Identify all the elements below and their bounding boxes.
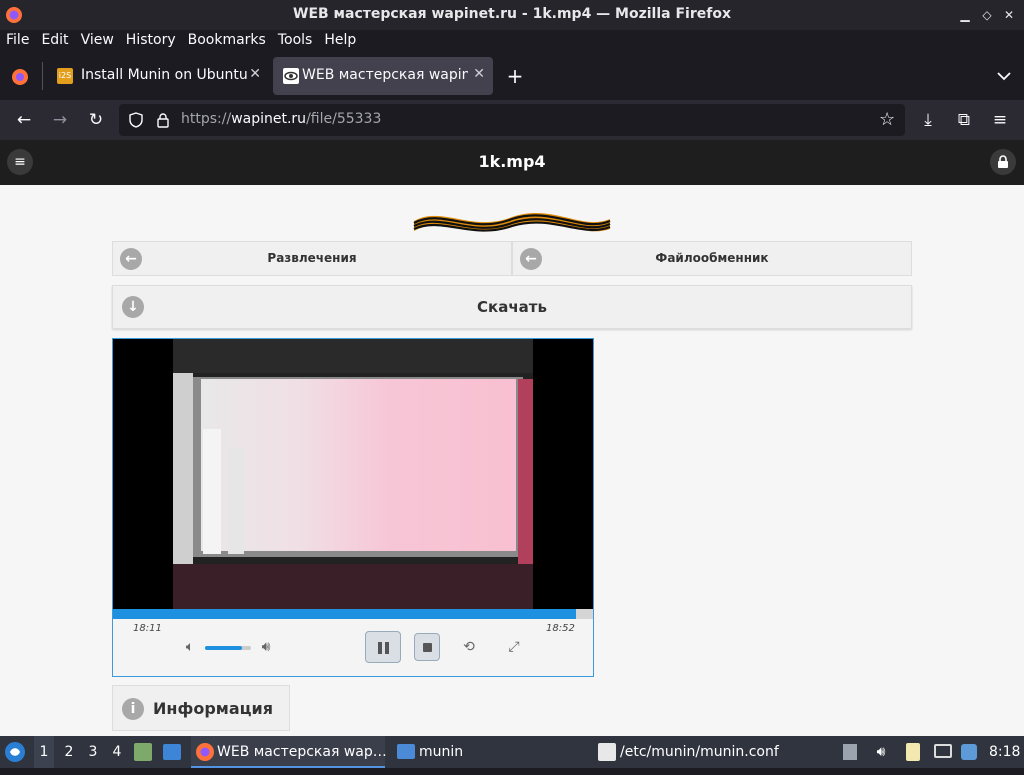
info-circle-icon: i	[122, 698, 144, 720]
current-time: 18:11	[133, 623, 162, 634]
tab-label: WEB мастерская wapinet.ru	[302, 67, 468, 83]
volume-fill	[205, 646, 242, 650]
forward-arrow-icon[interactable]: →	[48, 108, 72, 132]
list-all-tabs-chevron-icon[interactable]	[994, 66, 1014, 86]
volume-tray-icon[interactable]: 🔊︎	[871, 736, 891, 768]
bookmark-star-icon[interactable]: ☆	[879, 110, 899, 130]
window-titlebar: WEB мастерская wapinet.ru - 1k.mp4 — Moz…	[0, 0, 1024, 30]
clipboard-tray-icon[interactable]	[906, 736, 926, 768]
url-text[interactable]: https://wapinet.ru/file/55333	[181, 111, 381, 127]
mute-speaker-icon[interactable]: 🔈︎	[177, 634, 203, 660]
taskbar-window-label: munin	[419, 744, 464, 760]
breadcrumb-label: Файлообменник	[655, 251, 769, 265]
app-menu-hamburger-icon[interactable]: ≡	[988, 108, 1012, 132]
lock-icon[interactable]	[155, 112, 171, 128]
reload-icon[interactable]: ↻	[84, 108, 108, 132]
page-icon: i2S	[57, 68, 73, 84]
tab-close-icon[interactable]: ✕	[249, 66, 261, 82]
firefox-view-icon[interactable]	[10, 67, 30, 87]
download-button[interactable]: ↓ Скачать	[112, 285, 912, 329]
tab-label: Install Munin on Ubuntu	[81, 67, 248, 83]
workspace-1[interactable]: 1	[34, 736, 54, 768]
taskbar-window-label: WEB мастерская wap…	[217, 744, 387, 760]
network-tray-icon[interactable]	[934, 736, 954, 768]
taskbar: 1 2 3 4 WEB мастерская wap… munin /etc/m…	[0, 736, 1024, 768]
workspace-2[interactable]: 2	[59, 736, 79, 768]
menu-history[interactable]: History	[120, 30, 182, 52]
breadcrumb-file-exchange-button[interactable]: ← Файлообменник	[512, 241, 912, 276]
menu-bar: File Edit View History Bookmarks Tools H…	[0, 30, 1024, 52]
back-arrow-icon[interactable]: ←	[12, 108, 36, 132]
menu-tools[interactable]: Tools	[272, 30, 319, 52]
start-menu-icon[interactable]	[4, 736, 28, 768]
navigation-bar: ← → ↻ https://wapinet.ru/file/55333 ☆ ⤓ …	[0, 100, 1024, 140]
text-editor-icon	[598, 743, 616, 761]
site-header: ≡ 1k.mp4	[0, 140, 1024, 185]
tracking-shield-icon[interactable]	[128, 112, 144, 128]
tab-close-icon[interactable]: ✕	[473, 66, 485, 82]
breadcrumb-label: Развлечения	[267, 251, 357, 265]
information-label: Информация	[153, 699, 273, 718]
video-frame[interactable]	[173, 339, 533, 609]
video-player[interactable]: 18:11 18:52 🔈︎ 🔊︎ ⟲ ⤢	[112, 338, 594, 677]
folder-icon	[397, 744, 415, 759]
fullscreen-icon[interactable]: ⤢	[501, 634, 527, 660]
taskbar-window-munin[interactable]: munin	[393, 736, 513, 768]
volume-slider[interactable]	[205, 646, 251, 650]
new-tab-icon[interactable]: +	[505, 64, 525, 88]
maximize-icon[interactable]: ◇	[978, 6, 996, 24]
close-icon[interactable]: ✕	[1000, 6, 1018, 24]
workspace-3[interactable]: 3	[83, 736, 103, 768]
total-time: 18:52	[546, 623, 575, 634]
page-title: 1k.mp4	[478, 152, 546, 171]
stop-button[interactable]	[414, 633, 440, 661]
site-lock-icon[interactable]	[990, 149, 1016, 175]
menu-file[interactable]: File	[0, 30, 35, 52]
tab-install-munin[interactable]: i2S Install Munin on Ubuntu ✕	[47, 57, 269, 95]
information-button[interactable]: i Информация	[112, 685, 290, 731]
progress-fill	[113, 609, 576, 619]
breadcrumb-entertainment-button[interactable]: ← Развлечения	[112, 241, 512, 276]
taskbar-window-firefox[interactable]: WEB мастерская wap…	[191, 736, 387, 768]
progress-bar[interactable]	[113, 609, 593, 619]
firefox-icon	[196, 743, 214, 761]
st-george-ribbon-logo	[412, 203, 612, 239]
taskbar-window-label: /etc/munin/munin.conf	[620, 744, 779, 760]
taskbar-window-munin-conf[interactable]: /etc/munin/munin.conf	[594, 736, 794, 768]
workspace-4[interactable]: 4	[107, 736, 127, 768]
clock[interactable]: 8:18	[989, 736, 1021, 768]
pause-button[interactable]	[365, 631, 401, 663]
player-controls: 18:11 18:52 🔈︎ 🔊︎ ⟲ ⤢	[113, 609, 593, 676]
loop-icon[interactable]: ⟲	[456, 634, 482, 660]
web-page: ≡ 1k.mp4 ← Развлечения ← Файлообменник ↓…	[0, 140, 1024, 736]
updates-tray-icon[interactable]	[843, 736, 861, 768]
volume-max-speaker-icon[interactable]: 🔊︎	[253, 634, 279, 660]
minimize-icon[interactable]: ▁	[956, 6, 974, 24]
extensions-puzzle-icon[interactable]: ⧉	[952, 108, 976, 132]
downloads-icon[interactable]: ⤓	[916, 108, 940, 132]
download-label: Скачать	[477, 298, 547, 316]
menu-edit[interactable]: Edit	[35, 30, 74, 52]
desktop-launcher-icon[interactable]	[163, 736, 183, 768]
notifications-tray-icon[interactable]	[961, 736, 981, 768]
menu-view[interactable]: View	[75, 30, 120, 52]
wapinet-eye-icon	[283, 68, 299, 84]
window-title: WEB мастерская wapinet.ru - 1k.mp4 — Moz…	[293, 6, 731, 22]
file-manager-launcher-icon[interactable]	[134, 736, 154, 768]
tab-wapinet[interactable]: WEB мастерская wapinet.ru ✕	[273, 57, 493, 95]
menu-help[interactable]: Help	[318, 30, 362, 52]
pause-icon	[378, 642, 382, 654]
url-bar[interactable]: https://wapinet.ru/file/55333 ☆	[119, 104, 905, 136]
tab-bar: i2S Install Munin on Ubuntu ✕ WEB мастер…	[0, 52, 1024, 100]
stop-icon	[423, 643, 432, 652]
menu-bookmarks[interactable]: Bookmarks	[182, 30, 272, 52]
